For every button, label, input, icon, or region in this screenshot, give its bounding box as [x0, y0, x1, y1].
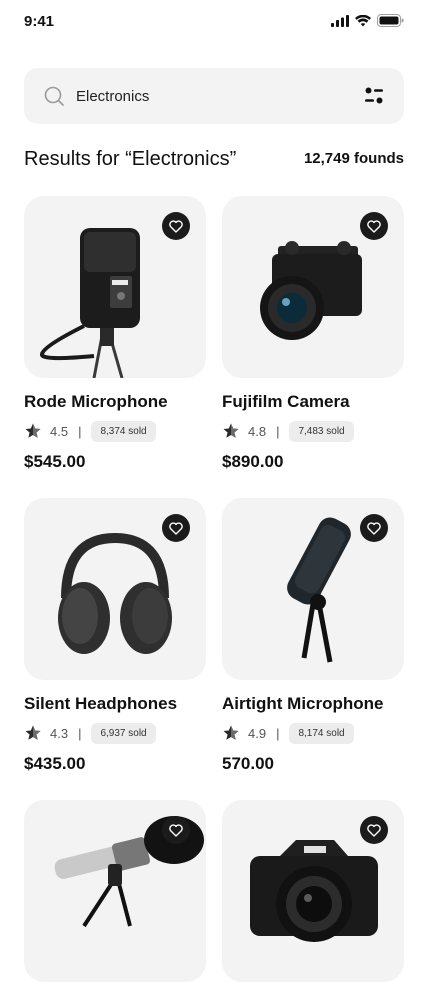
search-input[interactable] [76, 68, 336, 124]
product-image[interactable] [24, 498, 206, 680]
status-bar: 9:41 [0, 0, 428, 44]
product-rating-row: 4.8 | 7,483 sold [222, 420, 354, 442]
star-icon [25, 725, 41, 740]
rating-separator: | [276, 725, 280, 741]
battery-icon [377, 14, 404, 27]
product-rating: 4.8 [248, 423, 267, 439]
heart-icon [169, 219, 183, 233]
product-price: $890.00 [222, 452, 284, 471]
product-price: 570.00 [222, 754, 274, 773]
sold-badge: 8,174 sold [289, 722, 354, 744]
star-icon [223, 423, 239, 438]
heart-icon [169, 521, 183, 535]
favorite-button[interactable] [162, 212, 190, 240]
sold-badge: 6,937 sold [91, 722, 156, 744]
favorite-button[interactable] [162, 514, 190, 542]
product-price: $435.00 [24, 754, 86, 773]
sold-badge: 8,374 sold [91, 420, 156, 442]
wifi-icon [355, 14, 371, 26]
rating-separator: | [78, 423, 82, 439]
search-icon [44, 86, 64, 106]
product-name[interactable]: Fujifilm Camera [222, 392, 350, 412]
favorite-button[interactable] [360, 816, 388, 844]
product-image[interactable] [24, 196, 206, 378]
rating-separator: | [276, 423, 280, 439]
cellular-signal-icon [331, 14, 349, 27]
product-name[interactable]: Airtight Microphone [222, 694, 383, 714]
product-rating: 4.9 [248, 725, 267, 741]
product-name[interactable]: Silent Headphones [24, 694, 177, 714]
results-count: 12,749 founds [303, 150, 404, 167]
favorite-button[interactable] [162, 816, 190, 844]
product-rating: 4.5 [50, 423, 69, 439]
sold-badge: 7,483 sold [289, 420, 354, 442]
product-name[interactable]: Rode Microphone [24, 392, 168, 412]
filter-icon[interactable] [364, 86, 384, 106]
results-title: Results for “Electronics” [24, 148, 237, 170]
heart-icon [367, 521, 381, 535]
product-price: $545.00 [24, 452, 86, 471]
product-rating-row: 4.5 | 8,374 sold [24, 420, 156, 442]
product-image[interactable] [222, 498, 404, 680]
favorite-button[interactable] [360, 514, 388, 542]
search-bar[interactable] [24, 68, 404, 124]
product-image[interactable] [24, 800, 206, 982]
star-icon [25, 423, 41, 438]
product-image[interactable] [222, 800, 404, 982]
heart-icon [169, 823, 183, 837]
product-rating-row: 4.9 | 8,174 sold [222, 722, 354, 744]
heart-icon [367, 823, 381, 837]
rating-separator: | [78, 725, 82, 741]
status-icons [331, 14, 404, 27]
heart-icon [367, 219, 381, 233]
product-rating: 4.3 [50, 725, 69, 741]
status-time: 9:41 [24, 13, 55, 30]
product-rating-row: 4.3 | 6,937 sold [24, 722, 156, 744]
favorite-button[interactable] [360, 212, 388, 240]
star-icon [223, 725, 239, 740]
product-image[interactable] [222, 196, 404, 378]
